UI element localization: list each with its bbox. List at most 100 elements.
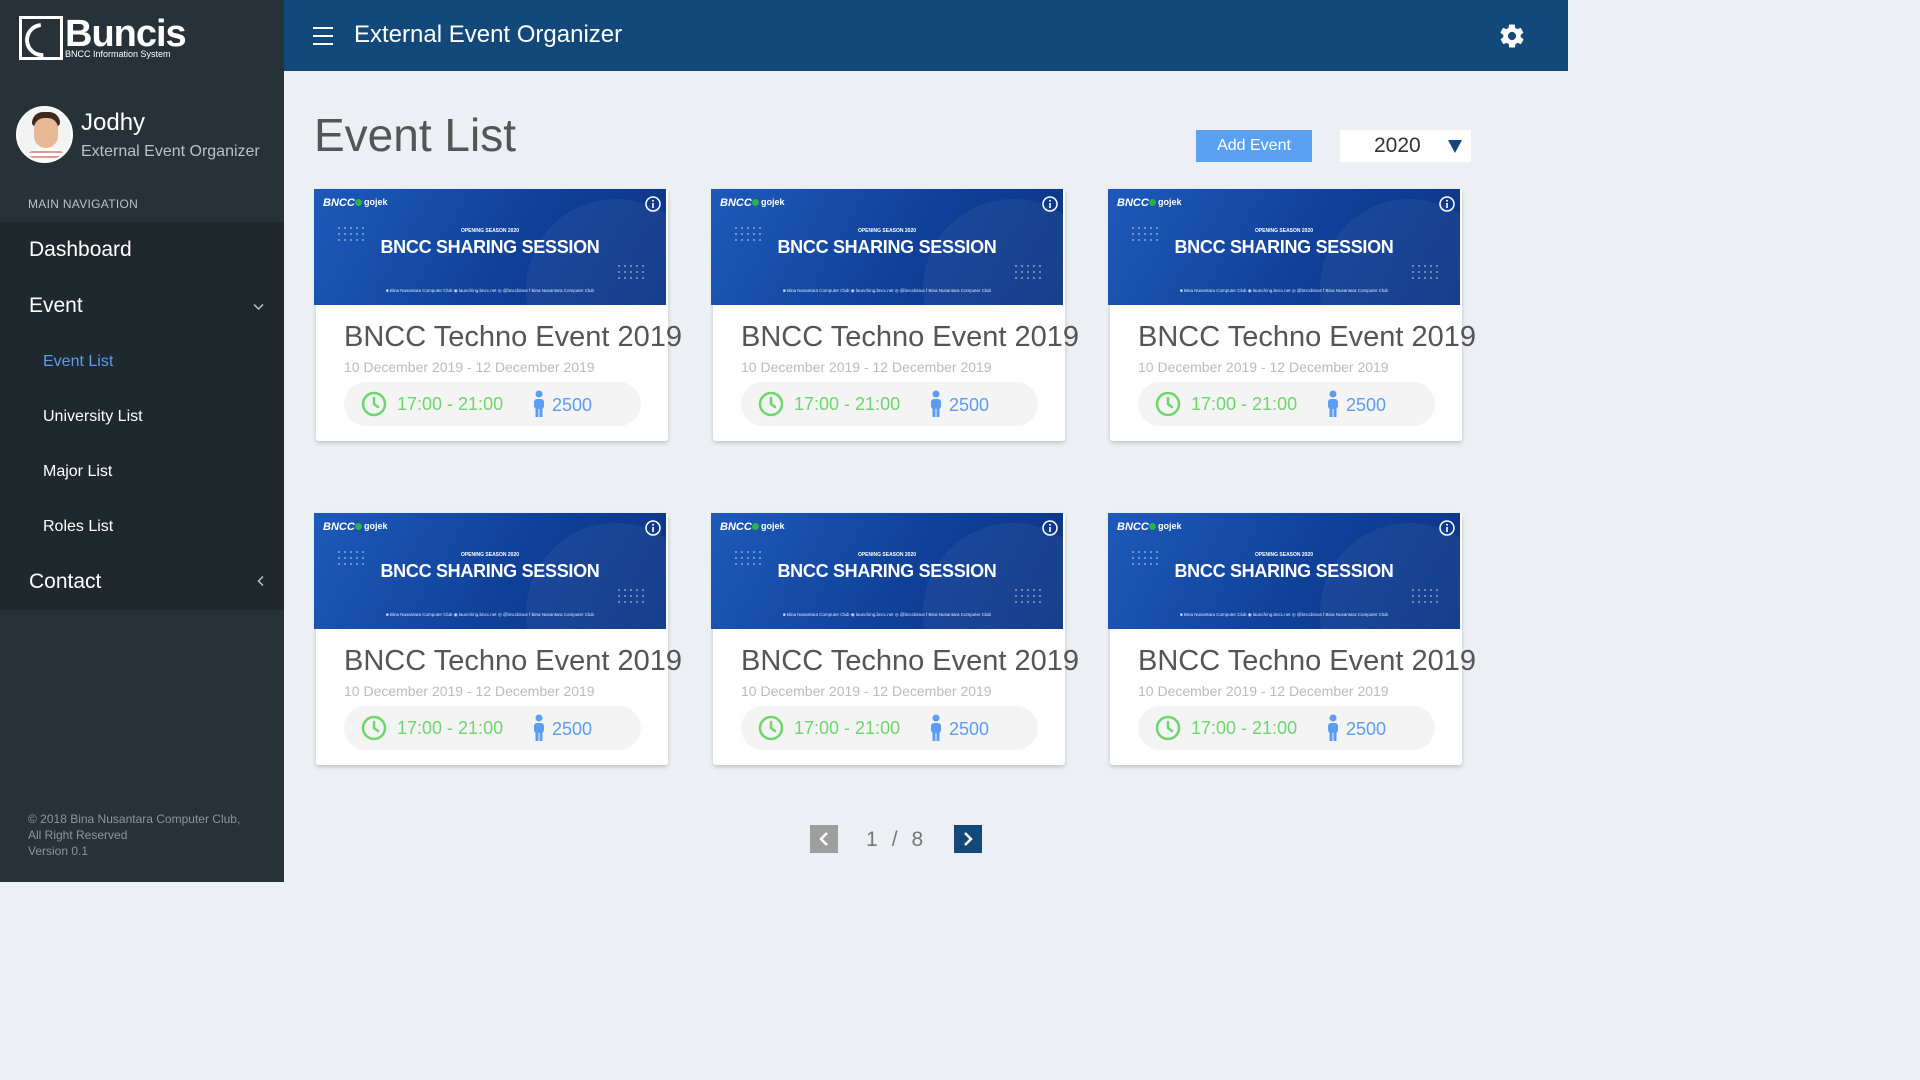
event-card[interactable]: BNCC gojek OPENING SEASON 2020 BNCC SHARING… [711,513,1079,765]
event-meta-pill: 17:00 - 21:00 2500 [344,706,641,750]
chevron-left-icon [257,575,264,590]
year-select[interactable]: 2020 [1340,130,1471,162]
event-participant-count: 2500 [552,719,593,739]
event-meta-pill: 17:00 - 21:00 2500 [1138,382,1435,426]
event-banner-image: BNCC gojek OPENING SEASON 2020 BNCC SHARING… [711,513,1063,629]
banner-partner: gojek [752,197,785,207]
sidebar-subitem-event-list[interactable]: Event List [0,334,284,389]
main-navigation: Dashboard Event Event List University Li… [0,222,284,610]
gear-icon[interactable] [1498,22,1526,50]
user-panel: Jodhy External Event Organizer [16,106,260,163]
top-bar: External Event Organizer [284,0,1568,71]
banner-headline: BNCC SHARING SESSION [380,561,600,581]
event-meta-pill: 17:00 - 21:00 2500 [1138,706,1435,750]
sidebar-subitem-university-list[interactable]: University List [0,389,284,444]
user-name: Jodhy [81,108,146,136]
event-meta-pill: 17:00 - 21:00 2500 [344,382,641,426]
event-title: BNCC Techno Event 2019 [741,321,1080,353]
banner-headline: BNCC SHARING SESSION [1174,237,1394,257]
sidebar-footer: © 2018 Bina Nusantara Computer Club, All… [28,811,240,859]
event-card[interactable]: BNCC gojek OPENING SEASON 2020 BNCC SHARING… [314,513,682,765]
event-card[interactable]: BNCC gojek OPENING SEASON 2020 BNCC SHARING… [711,189,1079,441]
event-participant-count: 2500 [949,719,990,739]
event-banner-image: BNCC gojek OPENING SEASON 2020 BNCC SHARING… [314,189,666,305]
sidebar-item-contact[interactable]: Contact [0,554,284,610]
logo-title: Buncis [65,13,187,55]
banner-brand: BNCC [1117,521,1149,533]
app-logo[interactable]: Buncis BNCC Information System [18,13,187,64]
sidebar-subitem-major-list[interactable]: Major List [0,444,284,499]
chevron-right-icon [964,832,973,846]
banner-socials: ■ Bina Nusantara Computer Club ◉ launchi… [783,288,991,293]
event-banner-image: BNCC gojek OPENING SEASON 2020 BNCC SHARING… [1108,513,1460,629]
person-icon [534,390,544,417]
footer-rights: All Right Reserved [28,828,128,842]
banner-socials: ■ Bina Nusantara Computer Club ◉ launchi… [783,612,991,617]
person-icon [534,714,544,741]
sidebar-subitem-roles-list[interactable]: Roles List [0,499,284,554]
event-banner-image: BNCC gojek OPENING SEASON 2020 BNCC SHARING… [1108,189,1460,305]
banner-headline: BNCC SHARING SESSION [777,561,997,581]
banner-partner: gojek [1149,197,1182,207]
pagination-next-button[interactable] [954,825,982,853]
pagination-total: 8 [911,828,924,851]
clock-icon [1155,391,1181,417]
banner-brand: BNCC [720,197,752,209]
info-icon[interactable] [645,520,661,536]
banner-season: OPENING SEASON 2020 [460,228,520,234]
event-card[interactable]: BNCC gojek OPENING SEASON 2020 BNCC SHARING… [1108,189,1476,441]
event-title: BNCC Techno Event 2019 [1138,321,1477,353]
banner-partner: gojek [1149,521,1182,531]
event-date: 10 December 2019 - 12 December 2019 [741,683,992,699]
info-icon[interactable] [1042,520,1058,536]
header-title: External Event Organizer [354,21,623,48]
pagination-status: 1 / 8 [866,828,923,852]
event-date: 10 December 2019 - 12 December 2019 [1138,359,1389,375]
banner-partner: gojek [355,197,388,207]
banner-season: OPENING SEASON 2020 [1254,228,1314,234]
banner-season: OPENING SEASON 2020 [460,552,520,558]
event-time: 17:00 - 21:00 [397,718,504,738]
nav-header: MAIN NAVIGATION [28,197,139,211]
person-icon [1328,714,1338,741]
banner-partner: gojek [355,521,388,531]
event-title: BNCC Techno Event 2019 [344,321,683,353]
hamburger-menu-icon[interactable] [313,27,333,45]
add-event-button[interactable]: Add Event [1196,130,1312,162]
event-participant-count: 2500 [552,395,593,415]
person-icon [931,714,941,741]
event-card[interactable]: BNCC gojek OPENING SEASON 2020 BNCC SHARING… [1108,513,1476,765]
clock-icon [1155,715,1181,741]
event-participant-count: 2500 [1346,719,1387,739]
banner-partner: gojek [752,521,785,531]
event-banner-image: BNCC gojek OPENING SEASON 2020 BNCC SHARING… [314,513,666,629]
banner-socials: ■ Bina Nusantara Computer Club ◉ launchi… [386,612,594,617]
banner-headline: BNCC SHARING SESSION [777,237,997,257]
info-icon[interactable] [645,196,661,212]
event-card[interactable]: BNCC gojek OPENING SEASON 2020 BNCC SHARING… [314,189,682,441]
sidebar-item-event[interactable]: Event [0,278,284,334]
avatar[interactable] [16,106,73,163]
sidebar-item-dashboard[interactable]: Dashboard [0,222,284,278]
banner-season: OPENING SEASON 2020 [857,552,917,558]
clock-icon [758,391,784,417]
info-icon[interactable] [1439,196,1455,212]
info-icon[interactable] [1439,520,1455,536]
banner-headline: BNCC SHARING SESSION [380,237,600,257]
event-time: 17:00 - 21:00 [1191,394,1298,414]
footer-version: Version 0.1 [28,844,89,858]
person-icon [1328,390,1338,417]
event-time: 17:00 - 21:00 [1191,718,1298,738]
page-title: Event List [314,109,516,161]
banner-season: OPENING SEASON 2020 [857,228,917,234]
event-date: 10 December 2019 - 12 December 2019 [344,683,595,699]
pagination-prev-button[interactable] [810,825,838,853]
caret-down-icon [1448,140,1462,153]
event-time: 17:00 - 21:00 [397,394,504,414]
person-icon [931,390,941,417]
banner-socials: ■ Bina Nusantara Computer Club ◉ launchi… [386,288,594,293]
logo-subtitle: BNCC Information System [65,49,171,59]
info-icon[interactable] [1042,196,1058,212]
pagination-separator: / [891,828,898,851]
event-participant-count: 2500 [949,395,990,415]
